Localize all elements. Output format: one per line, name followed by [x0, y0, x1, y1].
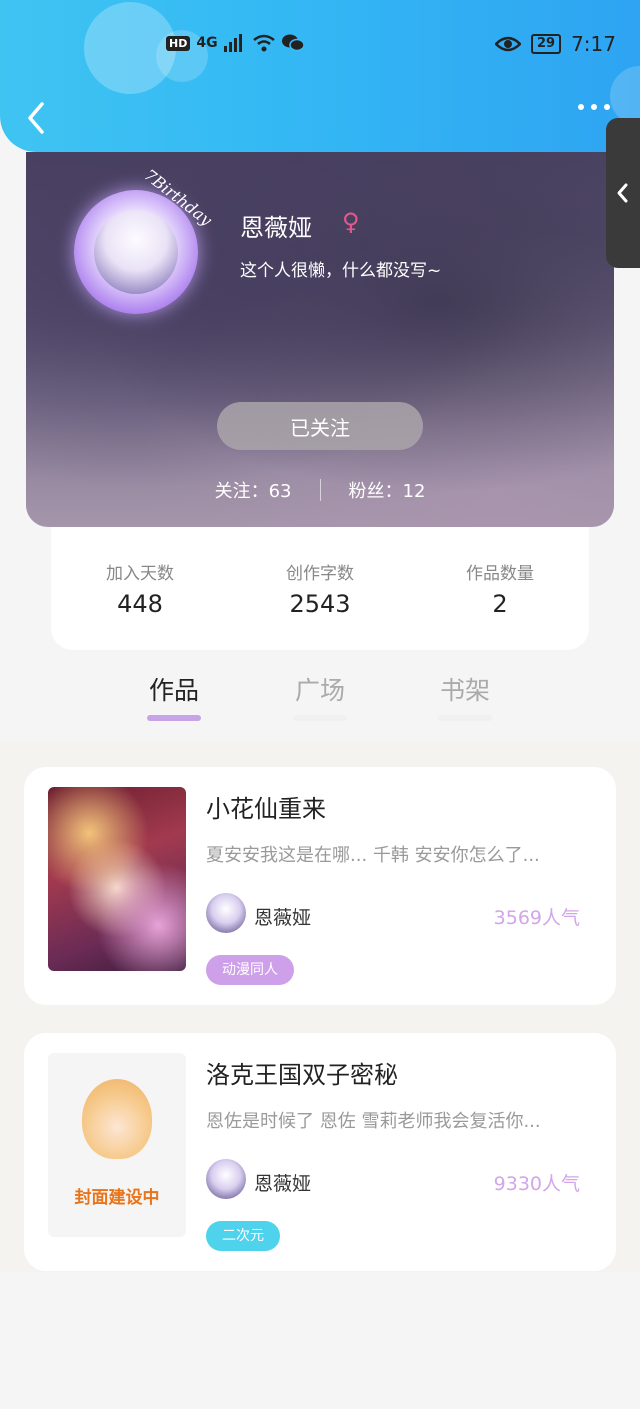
- battery-indicator: 29: [530, 34, 562, 54]
- work-excerpt: 夏安安我这是在哪... 千韩 安安你怎么了...: [206, 845, 540, 866]
- tab-indicator: [293, 715, 347, 721]
- work-cover[interactable]: [48, 787, 186, 971]
- tab-label: 广场: [294, 676, 345, 705]
- divider: [319, 479, 321, 501]
- female-icon: ♀: [342, 208, 360, 236]
- avatar-image: [94, 210, 178, 294]
- stat-word-count: 创作字数 2543: [265, 527, 375, 650]
- stats-card: 加入天数 448 创作字数 2543 作品数量 2: [51, 527, 589, 650]
- category-tag[interactable]: 二次元: [206, 1221, 280, 1251]
- wechat-icon: [281, 34, 304, 52]
- stat-works-count: 作品数量 2: [445, 527, 555, 650]
- tab-label: 作品: [148, 676, 199, 705]
- stat-label: 创作字数: [286, 564, 354, 584]
- content-tabs: 作品 广场 书架: [0, 665, 640, 735]
- header-bar: HD 4G 29 7:17: [0, 0, 640, 152]
- signal-icon: [223, 34, 242, 52]
- clock: 7:17: [571, 32, 616, 56]
- author-name[interactable]: 恩薇娅: [254, 1169, 311, 1196]
- following-count[interactable]: 关注：63: [215, 477, 292, 503]
- work-cover[interactable]: 封面建设中: [48, 1053, 186, 1237]
- dot-icon: [591, 104, 597, 110]
- tab-works[interactable]: 作品: [134, 671, 214, 721]
- author-avatar[interactable]: [206, 893, 246, 933]
- author-name[interactable]: 恩薇娅: [254, 903, 311, 930]
- work-title[interactable]: 小花仙重来: [206, 789, 326, 824]
- stat-label: 作品数量: [466, 564, 534, 584]
- dot-icon: [604, 104, 610, 110]
- network-indicator: 4G: [196, 35, 218, 51]
- work-title[interactable]: 洛克王国双子密秘: [206, 1055, 398, 1090]
- author-avatar[interactable]: [206, 1159, 246, 1199]
- eye-icon: [494, 36, 521, 52]
- dot-icon: [578, 104, 584, 110]
- more-options-button[interactable]: [578, 104, 610, 110]
- placeholder-illustration: [82, 1079, 152, 1159]
- back-button[interactable]: [22, 98, 52, 138]
- profile-username: 恩薇娅: [240, 214, 312, 242]
- work-excerpt: 恩佐是时候了 恩佐 雪莉老师我会复活你...: [206, 1111, 541, 1132]
- cover-placeholder-text: 封面建设中: [74, 1188, 160, 1208]
- popularity-count: 3569人气: [493, 907, 580, 929]
- side-drawer-handle[interactable]: [606, 118, 640, 268]
- hd-indicator: HD: [166, 35, 191, 51]
- stat-value: 448: [117, 590, 163, 618]
- work-card[interactable]: 小花仙重来 夏安安我这是在哪... 千韩 安安你怎么了... 恩薇娅 3569人…: [24, 767, 616, 1005]
- profile-bio: 这个人很懒，什么都没写~: [240, 261, 442, 281]
- stat-value: 2: [492, 590, 508, 618]
- tab-bookshelf[interactable]: 书架: [425, 671, 505, 721]
- status-bar: HD 4G 29 7:17: [0, 0, 640, 90]
- tab-label: 书架: [439, 676, 490, 705]
- tab-square[interactable]: 广场: [280, 671, 360, 721]
- follow-counts: 关注：63 粉丝：12: [26, 477, 614, 503]
- stat-value: 2543: [289, 590, 351, 618]
- wifi-icon: [252, 34, 275, 52]
- chevron-left-icon: [617, 183, 628, 203]
- category-tag[interactable]: 动漫同人: [206, 955, 294, 985]
- tab-indicator: [147, 715, 201, 721]
- popularity-count: 9330人气: [493, 1173, 580, 1195]
- follow-button[interactable]: 已关注: [217, 402, 423, 450]
- profile-card: 7Birthday 恩薇娅 ♀ 这个人很懒，什么都没写~ 已关注 关注：63 粉…: [26, 152, 614, 527]
- tab-indicator: [438, 715, 492, 721]
- work-card[interactable]: 封面建设中 洛克王国双子密秘 恩佐是时候了 恩佐 雪莉老师我会复活你... 恩薇…: [24, 1033, 616, 1271]
- stat-join-days: 加入天数 448: [85, 527, 195, 650]
- fans-count[interactable]: 粉丝：12: [349, 477, 426, 503]
- stat-label: 加入天数: [106, 564, 174, 584]
